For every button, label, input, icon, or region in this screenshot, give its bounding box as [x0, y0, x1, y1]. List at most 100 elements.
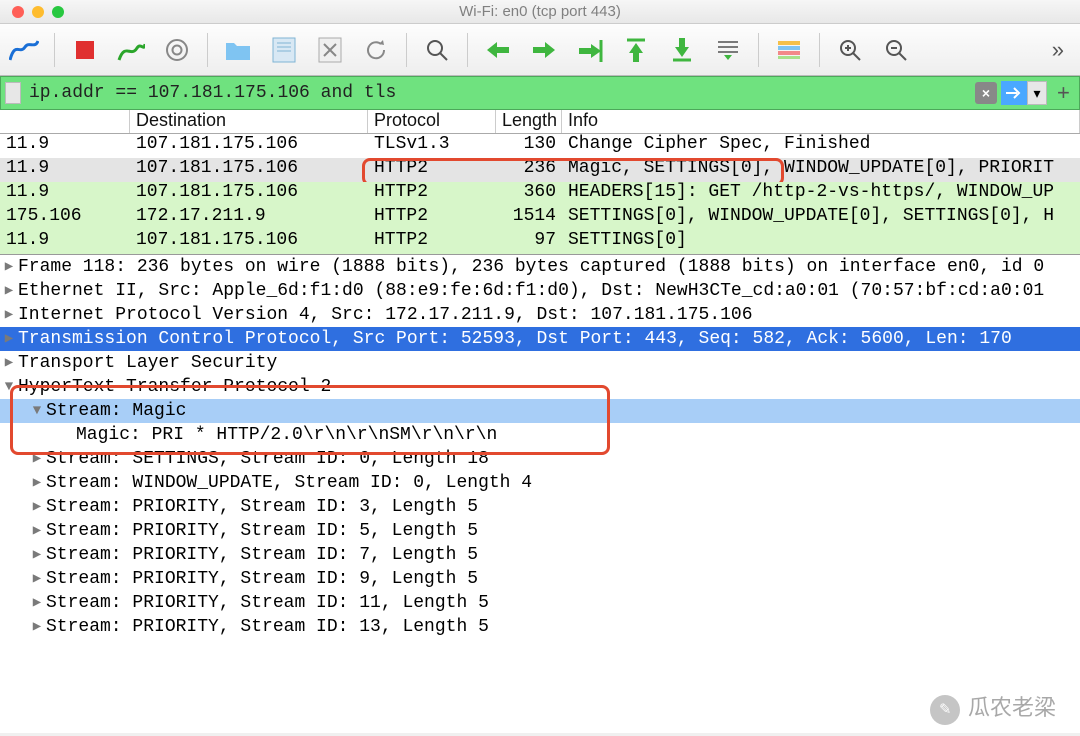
detail-magic-value[interactable]: Magic: PRI * HTTP/2.0\r\n\r\nSM\r\n\r\n	[0, 423, 1080, 447]
filter-history-dropdown-icon[interactable]: ▾	[1027, 81, 1047, 105]
cell-source: 11.9	[0, 158, 130, 182]
clear-filter-button[interactable]: ×	[975, 82, 997, 104]
detail-text: Stream: WINDOW_UPDATE, Stream ID: 0, Len…	[46, 471, 532, 495]
cell-length: 360	[496, 182, 562, 206]
expander-icon[interactable]	[0, 375, 18, 399]
cell-info: SETTINGS[0], WINDOW_UPDATE[0], SETTINGS[…	[562, 206, 1080, 230]
detail-text: Stream: PRIORITY, Stream ID: 9, Length 5	[46, 567, 478, 591]
cell-source: 175.106	[0, 206, 130, 230]
cell-length: 1514	[496, 206, 562, 230]
wireshark-logo-icon[interactable]	[6, 32, 42, 68]
expander-icon[interactable]	[28, 567, 46, 591]
detail-row[interactable]: Transport Layer Security	[0, 351, 1080, 375]
go-last-packet-button[interactable]	[664, 32, 700, 68]
zoom-out-button[interactable]	[878, 32, 914, 68]
packet-details-pane[interactable]: Frame 118: 236 bytes on wire (1888 bits)…	[0, 255, 1080, 733]
close-file-button[interactable]	[312, 32, 348, 68]
auto-scroll-button[interactable]	[710, 32, 746, 68]
cell-protocol: HTTP2	[368, 230, 496, 254]
expander-icon[interactable]	[28, 519, 46, 543]
expander-icon[interactable]	[28, 591, 46, 615]
watermark-text: 瓜农老梁	[968, 698, 1056, 722]
cell-info: Change Cipher Spec, Finished	[562, 134, 1080, 158]
detail-stream-row[interactable]: Stream: SETTINGS, Stream ID: 0, Length 1…	[0, 447, 1080, 471]
cell-protocol: HTTP2	[368, 182, 496, 206]
capture-options-button[interactable]	[159, 32, 195, 68]
save-file-button[interactable]	[266, 32, 302, 68]
restart-capture-button[interactable]	[113, 32, 149, 68]
cell-protocol: HTTP2	[368, 158, 496, 182]
go-first-packet-button[interactable]	[618, 32, 654, 68]
detail-stream-row[interactable]: Stream: PRIORITY, Stream ID: 5, Length 5	[0, 519, 1080, 543]
expander-icon[interactable]	[28, 543, 46, 567]
packet-row[interactable]: 175.106172.17.211.9HTTP21514SETTINGS[0],…	[0, 206, 1080, 230]
apply-filter-arrow-icon[interactable]	[1001, 81, 1027, 105]
detail-text: Stream: SETTINGS, Stream ID: 0, Length 1…	[46, 447, 489, 471]
toolbar-overflow-icon[interactable]: »	[1042, 37, 1074, 63]
open-file-button[interactable]	[220, 32, 256, 68]
detail-row[interactable]: Ethernet II, Src: Apple_6d:f1:d0 (88:e9:…	[0, 279, 1080, 303]
detail-stream-row[interactable]: Stream: PRIORITY, Stream ID: 11, Length …	[0, 591, 1080, 615]
detail-stream-magic[interactable]: Stream: Magic	[0, 399, 1080, 423]
detail-text: Ethernet II, Src: Apple_6d:f1:d0 (88:e9:…	[18, 279, 1044, 303]
detail-stream-row[interactable]: Stream: PRIORITY, Stream ID: 3, Length 5	[0, 495, 1080, 519]
zoom-in-button[interactable]	[832, 32, 868, 68]
cell-destination: 107.181.175.106	[130, 158, 368, 182]
detail-row[interactable]: Transmission Control Protocol, Src Port:…	[0, 327, 1080, 351]
cell-protocol: HTTP2	[368, 206, 496, 230]
stop-capture-button[interactable]	[67, 32, 103, 68]
go-back-button[interactable]	[480, 32, 516, 68]
expander-icon[interactable]	[0, 327, 18, 351]
jump-to-packet-button[interactable]	[572, 32, 608, 68]
cell-source: 11.9	[0, 182, 130, 206]
filter-history-control: ▾	[1001, 81, 1047, 105]
expander-icon[interactable]	[0, 255, 18, 279]
detail-row[interactable]: HyperText Transfer Protocol 2	[0, 375, 1080, 399]
reload-file-button[interactable]	[358, 32, 394, 68]
cell-destination: 107.181.175.106	[130, 230, 368, 254]
colorize-packets-button[interactable]	[771, 32, 807, 68]
cell-destination: 107.181.175.106	[130, 134, 368, 158]
detail-row[interactable]: Internet Protocol Version 4, Src: 172.17…	[0, 303, 1080, 327]
packet-row[interactable]: 11.9107.181.175.106HTTP2236Magic, SETTIN…	[0, 158, 1080, 182]
packet-row[interactable]: 11.9107.181.175.106TLSv1.3130Change Ciph…	[0, 134, 1080, 158]
detail-text: Stream: PRIORITY, Stream ID: 5, Length 5	[46, 519, 478, 543]
go-forward-button[interactable]	[526, 32, 562, 68]
detail-stream-row[interactable]: Stream: WINDOW_UPDATE, Stream ID: 0, Len…	[0, 471, 1080, 495]
expander-icon[interactable]	[0, 351, 18, 375]
detail-text: Magic: PRI * HTTP/2.0\r\n\r\nSM\r\n\r\n	[76, 423, 497, 447]
expander-icon[interactable]	[28, 471, 46, 495]
cell-source: 11.9	[0, 134, 130, 158]
display-filter-input[interactable]	[25, 83, 971, 103]
expander-icon[interactable]	[28, 495, 46, 519]
detail-text: Internet Protocol Version 4, Src: 172.17…	[18, 303, 753, 327]
col-header-destination[interactable]: Destination	[130, 110, 368, 133]
col-header-source[interactable]	[0, 110, 130, 133]
detail-stream-row[interactable]: Stream: PRIORITY, Stream ID: 9, Length 5	[0, 567, 1080, 591]
expander-icon[interactable]	[0, 279, 18, 303]
detail-text: HyperText Transfer Protocol 2	[18, 375, 331, 399]
expander-icon[interactable]	[0, 303, 18, 327]
detail-stream-row[interactable]: Stream: PRIORITY, Stream ID: 7, Length 5	[0, 543, 1080, 567]
packet-row[interactable]: 11.9107.181.175.106HTTP2360HEADERS[15]: …	[0, 182, 1080, 206]
packet-list-header: Destination Protocol Length Info	[0, 110, 1080, 134]
expander-icon[interactable]	[28, 615, 46, 639]
expander-icon[interactable]	[28, 447, 46, 471]
col-header-length[interactable]: Length	[496, 110, 562, 133]
packet-list[interactable]: 11.9107.181.175.106TLSv1.3130Change Ciph…	[0, 134, 1080, 255]
watermark: ✎ 瓜农老梁	[930, 695, 1056, 725]
col-header-protocol[interactable]: Protocol	[368, 110, 496, 133]
detail-row[interactable]: Frame 118: 236 bytes on wire (1888 bits)…	[0, 255, 1080, 279]
titlebar: Wi-Fi: en0 (tcp port 443)	[0, 0, 1080, 24]
expander-icon[interactable]	[28, 399, 46, 423]
detail-text: Stream: PRIORITY, Stream ID: 7, Length 5	[46, 543, 478, 567]
detail-text: Stream: PRIORITY, Stream ID: 3, Length 5	[46, 495, 478, 519]
packet-row[interactable]: 11.9107.181.175.106HTTP297SETTINGS[0]	[0, 230, 1080, 254]
filter-bookmark-icon[interactable]	[5, 82, 21, 104]
cell-length: 236	[496, 158, 562, 182]
add-filter-button[interactable]: +	[1051, 80, 1075, 106]
detail-stream-row[interactable]: Stream: PRIORITY, Stream ID: 13, Length …	[0, 615, 1080, 639]
find-packet-button[interactable]	[419, 32, 455, 68]
display-filter-bar: × ▾ +	[0, 76, 1080, 110]
col-header-info[interactable]: Info	[562, 110, 1080, 133]
